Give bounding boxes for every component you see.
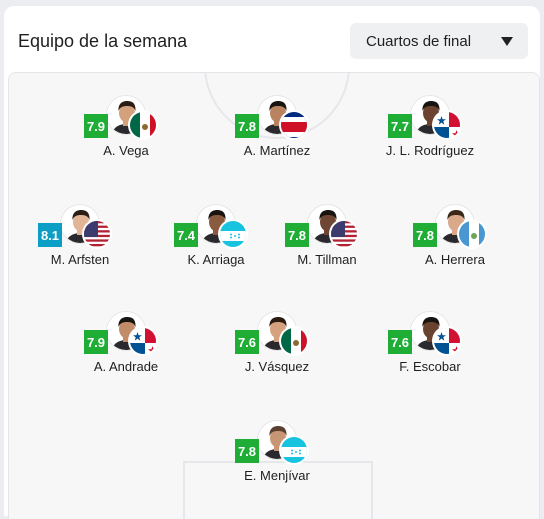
player-card[interactable]: 7.6 J. Vásquez xyxy=(217,311,337,383)
player-card[interactable]: 7.9 A. Andrade xyxy=(66,311,186,383)
player-rating: 7.7 xyxy=(388,114,412,138)
panama-flag-icon xyxy=(432,326,462,356)
player-card[interactable]: 7.7 J. L. Rodríguez xyxy=(370,95,490,167)
player-card[interactable]: 7.4 K. Arriaga xyxy=(156,204,276,276)
player-card[interactable]: 7.8 A. Herrera xyxy=(395,204,515,276)
player-name: K. Arriaga xyxy=(156,252,276,267)
player-card[interactable]: 8.1 M. Arfsten xyxy=(20,204,140,276)
player-rating: 7.8 xyxy=(235,114,259,138)
player-card[interactable]: 7.6 F. Escobar xyxy=(370,311,490,383)
player-name: M. Arfsten xyxy=(20,252,140,267)
round-select-value: Cuartos de final xyxy=(366,33,471,50)
player-rating: 7.6 xyxy=(235,330,259,354)
player-rating: 7.9 xyxy=(84,114,108,138)
player-name: A. Vega xyxy=(66,143,186,158)
player-name: A. Andrade xyxy=(66,359,186,374)
player-card[interactable]: 7.8 E. Menjívar xyxy=(217,420,337,492)
panama-flag-icon xyxy=(432,110,462,140)
player-name: J. L. Rodríguez xyxy=(370,143,490,158)
player-name: F. Escobar xyxy=(370,359,490,374)
panama-flag-icon xyxy=(128,326,158,356)
player-rating: 8.1 xyxy=(38,223,62,247)
player-name: A. Martínez xyxy=(217,143,337,158)
player-rating: 7.8 xyxy=(285,223,309,247)
player-name: J. Vásquez xyxy=(217,359,337,374)
player-rating: 7.6 xyxy=(388,330,412,354)
player-name: E. Menjívar xyxy=(217,468,337,483)
page-title: Equipo de la semana xyxy=(18,31,187,52)
honduras-flag-icon xyxy=(218,219,248,249)
round-select[interactable]: Cuartos de final xyxy=(350,23,528,59)
chevron-down-icon xyxy=(501,37,513,46)
player-rating: 7.8 xyxy=(235,439,259,463)
pitch: 7.9 A. Vega 7.8 A. Martínez 7.7 J. L. Rodrí… xyxy=(8,72,540,519)
player-name: M. Tillman xyxy=(267,252,387,267)
player-rating: 7.9 xyxy=(84,330,108,354)
honduras-flag-icon xyxy=(279,435,309,465)
player-rating: 7.8 xyxy=(413,223,437,247)
mexico-flag-icon xyxy=(128,110,158,140)
player-name: A. Herrera xyxy=(395,252,515,267)
usa-flag-icon xyxy=(329,219,359,249)
player-card[interactable]: 7.9 A. Vega xyxy=(66,95,186,167)
costa-rica-flag-icon xyxy=(279,110,309,140)
usa-flag-icon xyxy=(82,219,112,249)
player-card[interactable]: 7.8 A. Martínez xyxy=(217,95,337,167)
guatemala-flag-icon xyxy=(457,219,487,249)
mexico-flag-icon xyxy=(279,326,309,356)
team-of-the-week-card: Equipo de la semana Cuartos de final 7.9… xyxy=(4,6,540,516)
player-card[interactable]: 7.8 M. Tillman xyxy=(267,204,387,276)
player-rating: 7.4 xyxy=(174,223,198,247)
